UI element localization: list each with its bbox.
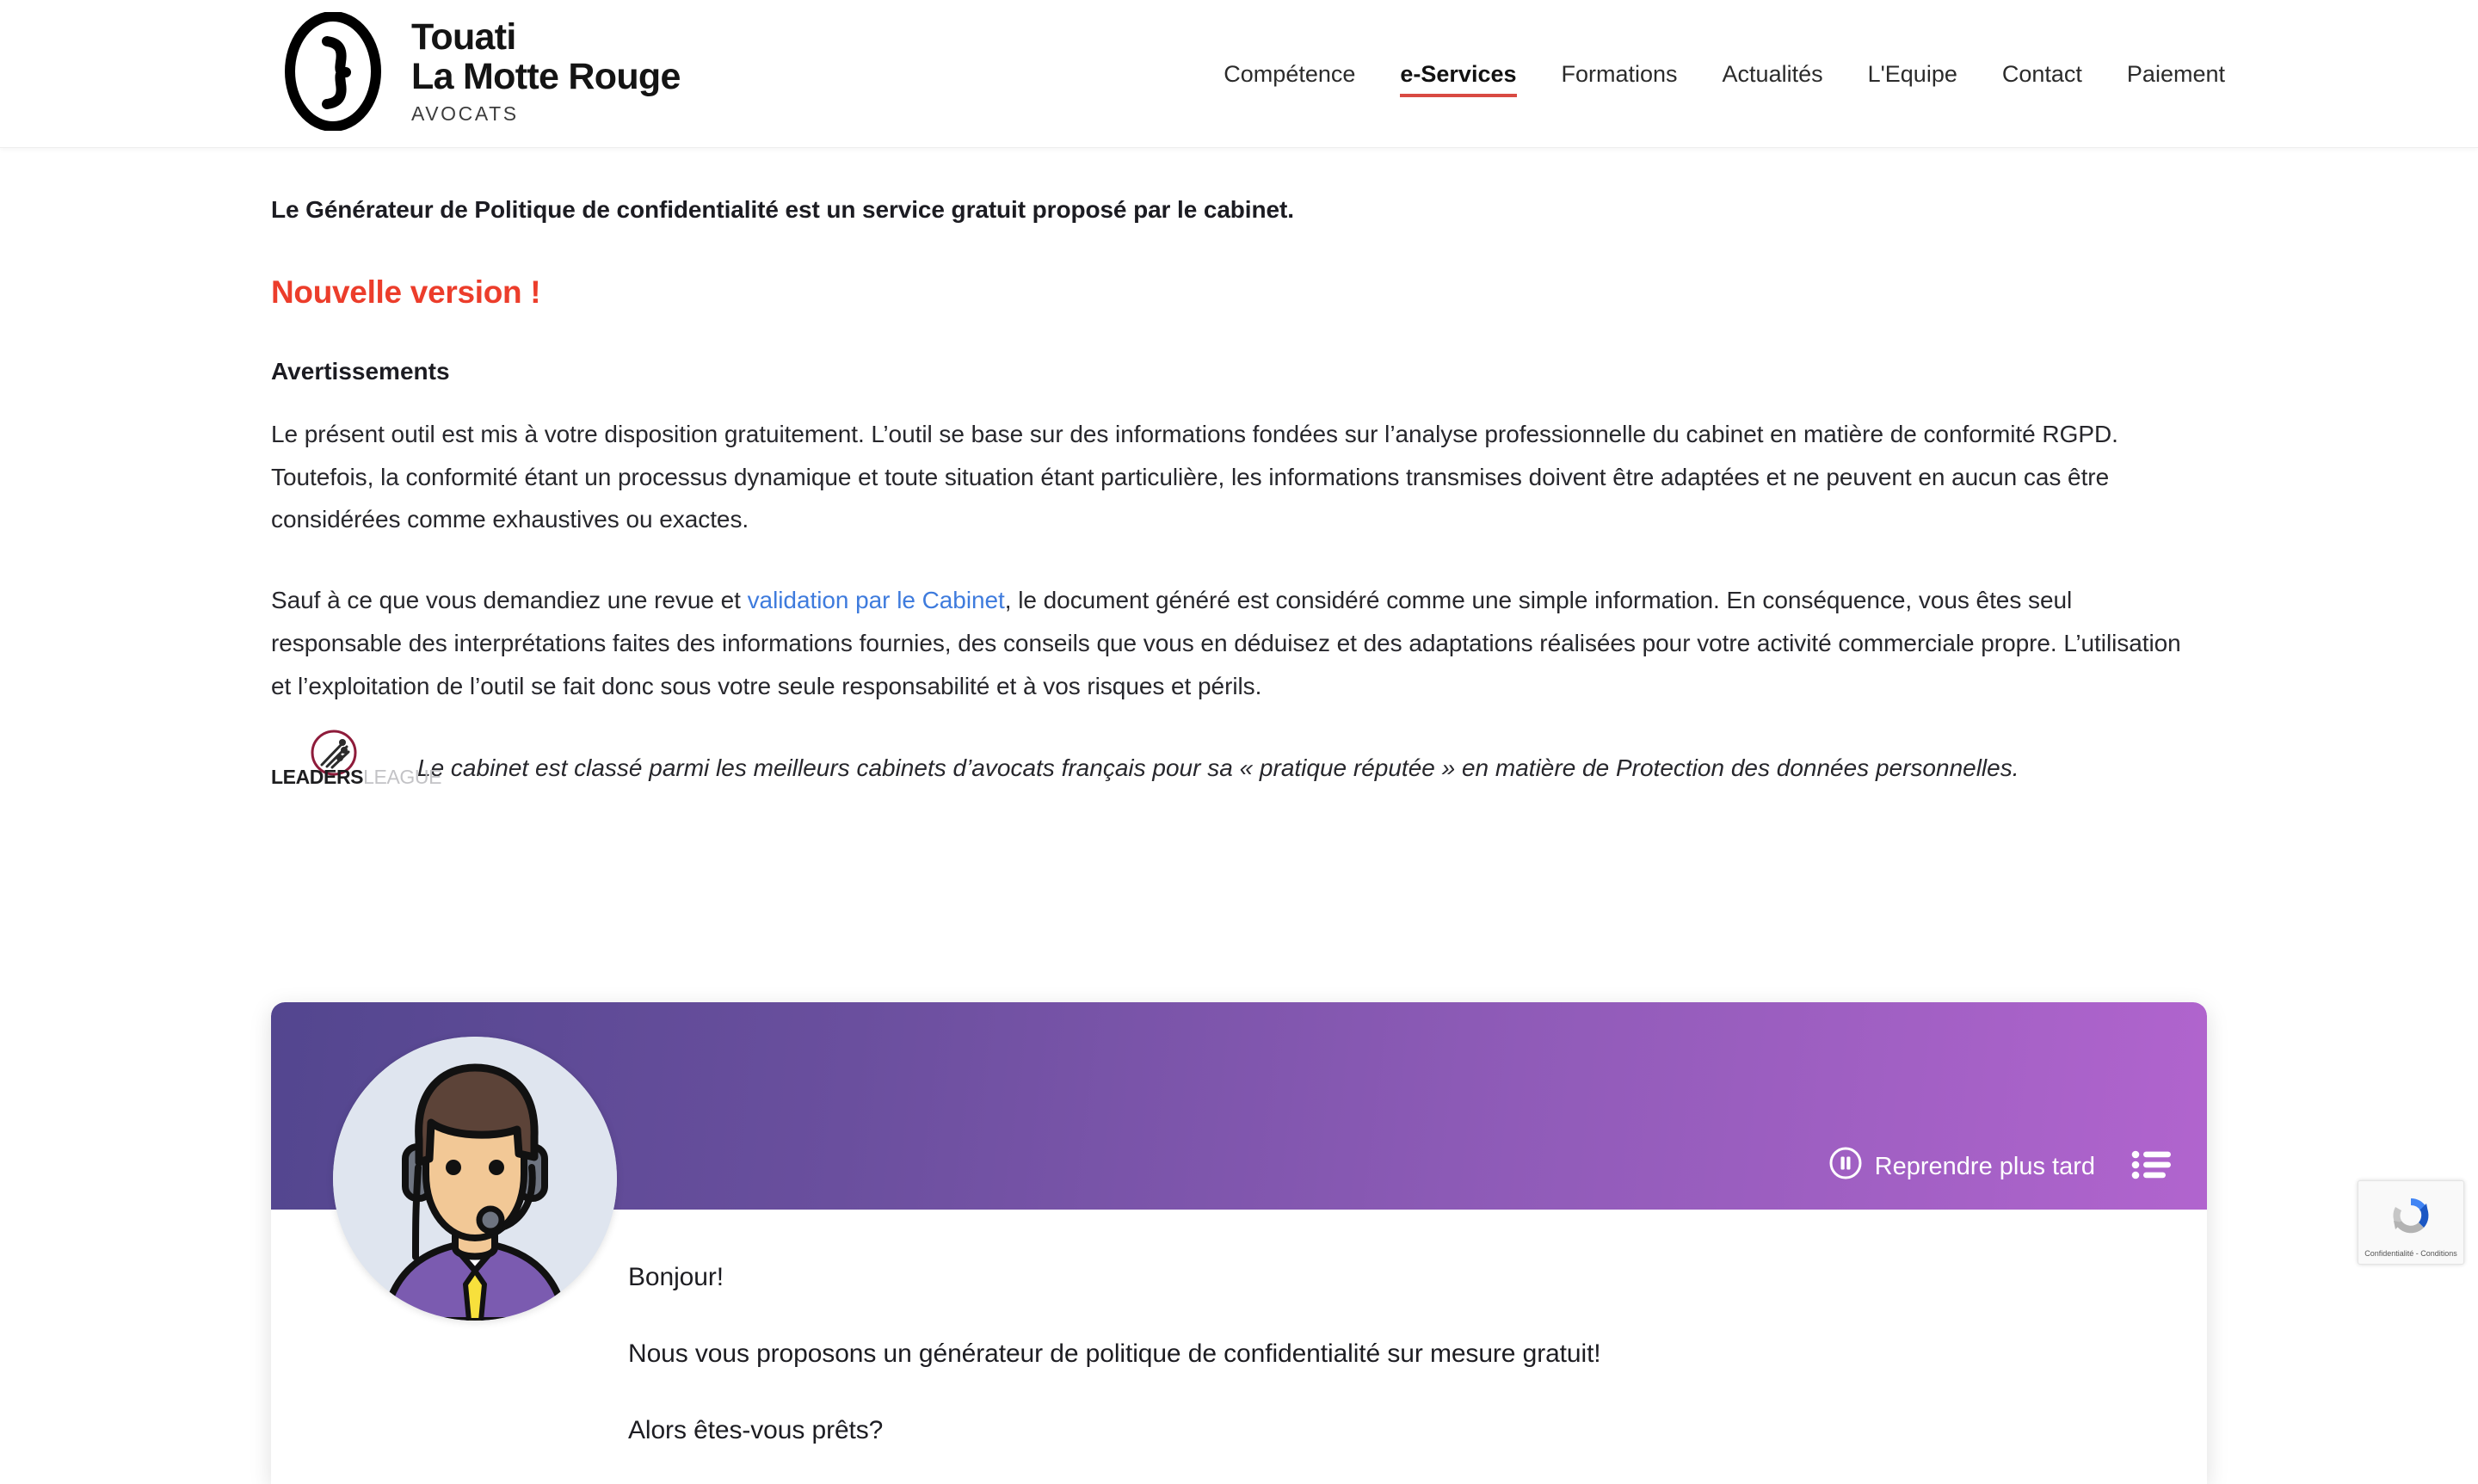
brand-text: Touati La Motte Rouge AVOCATS bbox=[411, 15, 681, 126]
pause-circle-icon bbox=[1828, 1146, 1863, 1187]
nav-item-competence[interactable]: Compétence bbox=[1201, 56, 1378, 93]
leaders-word: LEADERS bbox=[271, 765, 364, 788]
leaders-league-wordmark: LEADERSLEAGUE bbox=[271, 760, 441, 795]
heading-nouvelle-version: Nouvelle version ! bbox=[271, 274, 541, 310]
header-inner: Touati La Motte Rouge AVOCATS Compétence… bbox=[0, 0, 2478, 148]
intro-lede: Le Générateur de Politique de confidenti… bbox=[271, 196, 1294, 223]
content-column: Le Générateur de Politique de confidenti… bbox=[271, 148, 2207, 790]
validation-cabinet-link[interactable]: validation par le Cabinet bbox=[748, 587, 1005, 613]
chat-message: Alors êtes-vous prêts? bbox=[628, 1416, 884, 1444]
brand-line-1: Touati bbox=[411, 15, 516, 58]
brace-in-ellipse-logo-icon bbox=[274, 11, 392, 132]
chat-header-actions: Reprendre plus tard bbox=[1828, 1146, 2171, 1187]
heading-avertissements: Avertissements bbox=[271, 357, 450, 385]
recaptcha-icon bbox=[2386, 1192, 2436, 1246]
support-agent-avatar bbox=[333, 1037, 617, 1321]
award-text: Le cabinet est classé parmi les meilleur… bbox=[417, 754, 2019, 781]
resume-later-label: Reprendre plus tard bbox=[1874, 1152, 2095, 1180]
site-header: Touati La Motte Rouge AVOCATS Compétence… bbox=[0, 0, 2478, 148]
paragraph-2-before: Sauf à ce que vous demandiez une revue e… bbox=[271, 587, 748, 614]
main-navigation: Compétence e-Services Formations Actuali… bbox=[1201, 0, 2247, 148]
chat-message: Bonjour! bbox=[628, 1263, 724, 1291]
leaders-league-logo-icon: LEADERSLEAGUE bbox=[271, 730, 441, 798]
nav-item-actualites[interactable]: Actualités bbox=[1700, 56, 1846, 93]
paragraph-warning-2: Sauf à ce que vous demandiez une revue e… bbox=[271, 579, 2207, 707]
award-mention: LEADERSLEAGUE Le cabinet est classé parm… bbox=[271, 730, 2207, 790]
chat-widget: Reprendre plus tard Bonjour! Nous vous p… bbox=[271, 1002, 2207, 1484]
paragraph-warning-1: Le présent outil est mis à votre disposi… bbox=[271, 420, 2118, 533]
nav-item-paiement[interactable]: Paiement bbox=[2105, 56, 2247, 93]
recaptcha-badge[interactable]: Confidentialité - Conditions bbox=[2358, 1180, 2464, 1265]
chat-message: Nous vous proposons un générateur de pol… bbox=[628, 1339, 1601, 1368]
page-body: Le Générateur de Politique de confidenti… bbox=[0, 148, 2478, 1484]
brand-line-2: La Motte Rouge bbox=[411, 56, 681, 97]
list-menu-icon[interactable] bbox=[2131, 1148, 2171, 1186]
nav-item-formations[interactable]: Formations bbox=[1539, 56, 1700, 93]
nav-item-lequipe[interactable]: L'Equipe bbox=[1846, 56, 1980, 93]
league-word: LEAGUE bbox=[363, 765, 442, 788]
resume-later-button[interactable]: Reprendre plus tard bbox=[1828, 1146, 2095, 1187]
brand-subtitle: AVOCATS bbox=[411, 102, 519, 126]
nav-item-contact[interactable]: Contact bbox=[1980, 56, 2105, 93]
nav-item-e-services[interactable]: e-Services bbox=[1378, 56, 1538, 97]
recaptcha-links[interactable]: Confidentialité - Conditions bbox=[2364, 1249, 2457, 1258]
brand-logo-link[interactable]: Touati La Motte Rouge AVOCATS bbox=[274, 11, 681, 132]
